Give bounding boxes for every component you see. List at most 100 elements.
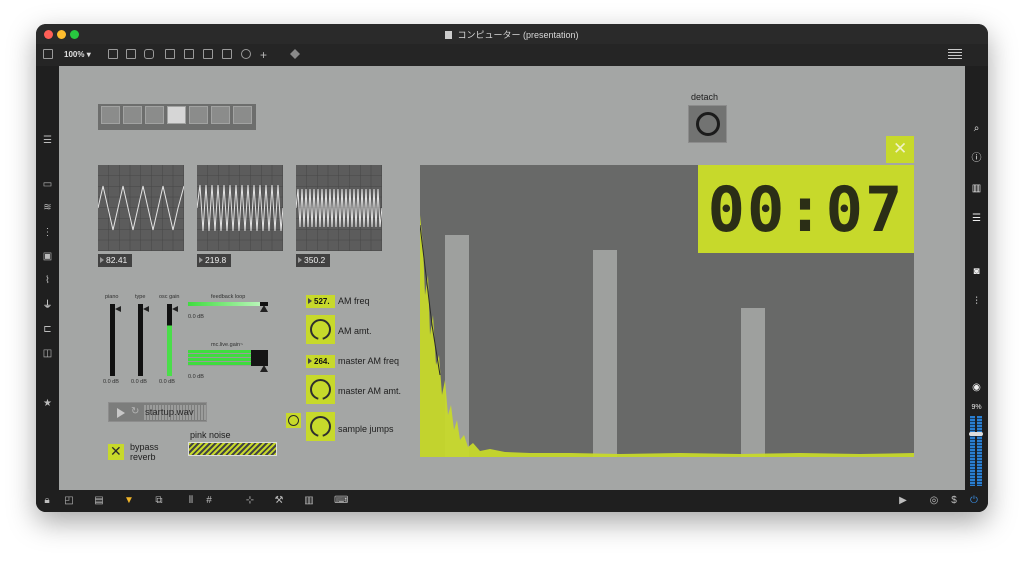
paperclip-icon[interactable]: ⌇: [42, 276, 53, 286]
type-gain-value: 0.0 dB: [131, 379, 147, 385]
dial-icon[interactable]: [241, 49, 251, 59]
selector-segment-2[interactable]: [123, 106, 142, 124]
patcher-icon[interactable]: ▤: [94, 496, 104, 506]
presentation-icon[interactable]: ◰: [64, 496, 74, 506]
windows-icon[interactable]: ⧉: [154, 496, 164, 506]
info-icon[interactable]: ⓘ: [971, 154, 982, 164]
window-title-text: コンピューター (presentation): [457, 30, 579, 40]
mc-live-gain-handle[interactable]: [260, 365, 268, 372]
split-icon[interactable]: ⫴: [186, 496, 196, 506]
master-am-freq-number[interactable]: 264.: [306, 355, 335, 368]
timer-close-button[interactable]: ✕: [886, 136, 914, 163]
grid-icon[interactable]: #: [204, 496, 214, 506]
highlight-icon[interactable]: ▼: [124, 496, 134, 506]
detach-button[interactable]: [688, 105, 727, 143]
keyboard-icon[interactable]: ▥: [304, 496, 314, 506]
piano-gain-handle[interactable]: [115, 306, 121, 312]
feedback-loop-handle[interactable]: [260, 305, 268, 312]
cpu-readout: 9%: [971, 404, 982, 411]
loop-icon[interactable]: ↻: [131, 406, 139, 417]
dollar-icon[interactable]: $: [949, 496, 959, 506]
selector-segment-4[interactable]: [167, 106, 186, 124]
scope-3-number[interactable]: 350.2: [296, 254, 330, 267]
bypass-reverb-toggle[interactable]: ✕: [108, 443, 124, 460]
image-icon[interactable]: ▣: [42, 252, 53, 262]
speech-icon[interactable]: [144, 49, 154, 59]
mixer-mode-icon[interactable]: ◎: [929, 496, 939, 506]
master-am-amt-label: master AM amt.: [338, 386, 402, 396]
selector-segment-3[interactable]: [145, 106, 164, 124]
master-volume-handle[interactable]: [969, 432, 983, 436]
search-icon[interactable]: ⌕: [971, 124, 982, 134]
bang-ring-icon: [288, 415, 299, 426]
mc-live-gain-label: mc.live.gain~: [211, 342, 244, 348]
oscilloscope-1: [97, 165, 185, 251]
comment-icon[interactable]: [108, 49, 118, 59]
feedback-loop-slider[interactable]: [188, 302, 268, 306]
toolbar: 100% ▾ +: [36, 44, 988, 66]
message-icon[interactable]: [126, 49, 136, 59]
frame-icon[interactable]: ◫: [42, 349, 53, 359]
type-gain-handle[interactable]: [143, 306, 149, 312]
type-gain-slider[interactable]: [138, 304, 143, 376]
bottom-bar: 🔒︎ ◰ ▤ ▼ ⧉ ⫴ # ⊹ ⚒ ▥ ⌨ ▶ ◎ $ ⏻: [36, 490, 988, 512]
master-am-freq-label: master AM freq: [338, 356, 400, 366]
midi-keyboard-icon[interactable]: ⌨: [334, 496, 348, 506]
piano-gain-slider[interactable]: [110, 304, 115, 376]
scope-2-number[interactable]: 219.8: [197, 254, 231, 267]
selector-segment-5[interactable]: [189, 106, 208, 124]
scope-1-wave: [97, 165, 185, 251]
star-icon[interactable]: ★: [42, 399, 53, 409]
am-freq-number[interactable]: 527.: [306, 295, 335, 308]
window-title: コンピューター (presentation): [36, 28, 988, 41]
mixer-icon[interactable]: ⫶: [971, 297, 982, 307]
lock-icon[interactable]: 🔒︎: [42, 496, 52, 506]
play-audio-icon[interactable]: ▶: [898, 496, 908, 506]
waveform-icon[interactable]: ≋: [42, 203, 53, 213]
paint-bucket-icon[interactable]: [290, 49, 300, 59]
selector-segment-6[interactable]: [211, 106, 230, 124]
master-am-amt-dial[interactable]: [306, 375, 335, 404]
plus-icon[interactable]: +: [260, 48, 267, 62]
detach-ring-icon: [696, 112, 720, 136]
mc-live-gain-dark-section: [251, 350, 268, 366]
reverb-label: reverb: [130, 452, 156, 462]
feedback-loop-label: feedback loop: [211, 294, 246, 300]
selector-segment-7[interactable]: [233, 106, 252, 124]
feedback-loop-value: 0.0 dB: [188, 314, 204, 320]
list-icon[interactable]: ☰: [971, 214, 982, 224]
plug-icon[interactable]: ⏚: [42, 301, 53, 311]
sample-jumps-dial[interactable]: [306, 412, 335, 441]
detach-label: detach: [691, 92, 719, 102]
device-icon[interactable]: ▭: [42, 180, 53, 190]
slider-icon[interactable]: [222, 49, 232, 59]
menu-icon[interactable]: ☰: [42, 136, 53, 146]
am-amt-dial[interactable]: [306, 315, 335, 344]
level-meter-right: [977, 416, 982, 486]
type-label: type: [135, 294, 146, 300]
bang-icon[interactable]: [184, 49, 194, 59]
cue-icon[interactable]: ⋮: [42, 228, 53, 238]
grid-menu-icon[interactable]: [948, 49, 962, 60]
sample-jumps-bang[interactable]: [286, 413, 301, 428]
toggle-icon[interactable]: [165, 49, 175, 59]
disc-icon[interactable]: ◉: [971, 383, 982, 393]
zoom-menu[interactable]: 100% ▾: [64, 50, 91, 59]
mc-live-gain-value: 0.0 dB: [188, 374, 204, 380]
loop-icon[interactable]: ⊏: [42, 325, 53, 335]
pink-noise-slider[interactable]: [188, 442, 277, 456]
patcher-canvas: detach 82.41 219.8 350.2 piano type osc …: [59, 66, 965, 490]
power-icon[interactable]: ⏻: [969, 496, 979, 506]
scope-1-number[interactable]: 82.41: [98, 254, 132, 267]
osc-gain-handle[interactable]: [172, 306, 178, 312]
camera-icon[interactable]: ◙: [971, 267, 982, 277]
number-icon[interactable]: [203, 49, 213, 59]
osc-gain-slider[interactable]: [167, 304, 172, 376]
sidebar-toggle-icon[interactable]: [43, 49, 53, 59]
add-object-icon[interactable]: ⊹: [245, 496, 255, 506]
selector-segment-1[interactable]: [101, 106, 120, 124]
play-icon[interactable]: [117, 408, 125, 418]
sample-player[interactable]: ↻ startup.wav: [108, 402, 207, 422]
book-icon[interactable]: ▥: [971, 184, 982, 194]
wrench-icon[interactable]: ⚒: [274, 496, 284, 506]
